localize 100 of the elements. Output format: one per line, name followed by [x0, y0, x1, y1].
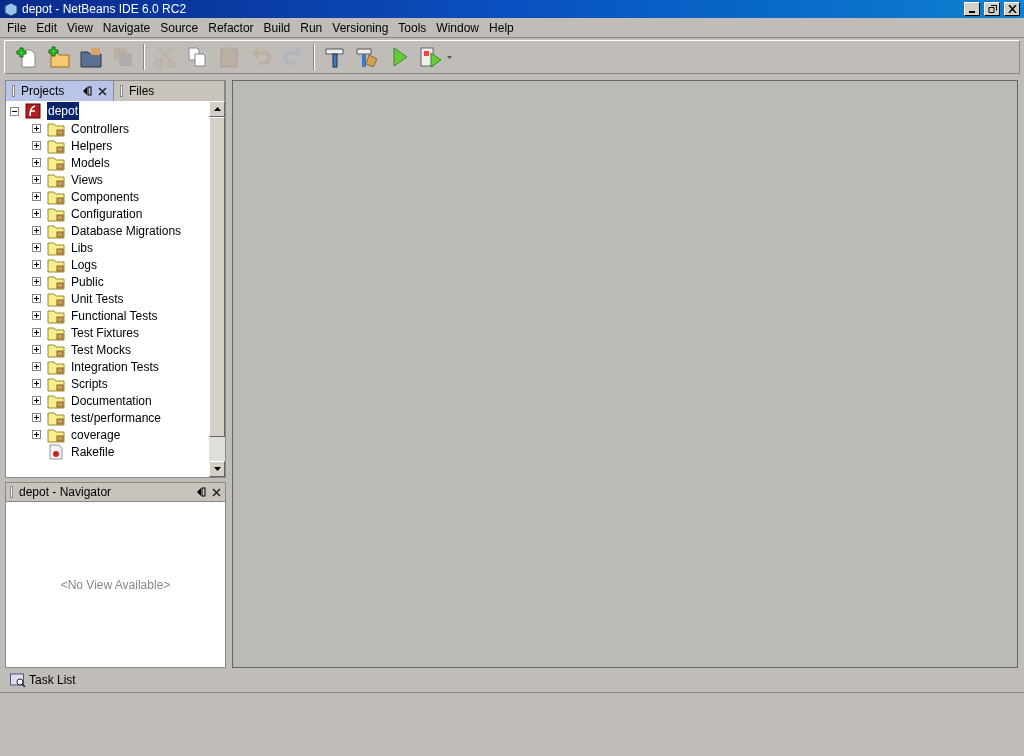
menu-item[interactable]: Source — [155, 18, 204, 37]
menu-item[interactable]: View — [62, 18, 98, 37]
folder-icon — [47, 256, 65, 273]
tree-item[interactable]: Helpers — [71, 136, 113, 155]
scroll-up-icon[interactable] — [213, 107, 221, 111]
folder-icon — [79, 45, 103, 69]
tree-item[interactable]: Libs — [71, 238, 93, 257]
expand-icon[interactable] — [32, 328, 41, 337]
tree-item[interactable]: Components — [71, 187, 140, 206]
menu-item[interactable]: File — [2, 18, 32, 37]
expand-icon[interactable] — [32, 396, 41, 405]
tree-item[interactable]: Scripts — [71, 374, 108, 393]
menu-item[interactable]: Refactor — [203, 18, 259, 37]
collapse-icon[interactable] — [10, 106, 19, 116]
menu-item[interactable]: Build — [258, 18, 296, 37]
minimize-panel-icon[interactable] — [196, 487, 206, 497]
restore-button[interactable] — [984, 2, 1000, 16]
tree-item[interactable]: Database Migrations — [71, 221, 182, 240]
expand-icon[interactable] — [32, 226, 41, 235]
tree-item[interactable]: Views — [71, 170, 103, 189]
expand-icon[interactable] — [32, 311, 41, 320]
expand-icon[interactable] — [32, 413, 41, 422]
expand-icon[interactable] — [32, 294, 41, 303]
panel-tab[interactable]: Projects — [6, 81, 114, 101]
folder-icon — [47, 290, 65, 307]
tree-item[interactable]: Test Fixtures — [71, 323, 139, 342]
expand-icon[interactable] — [32, 243, 41, 252]
expand-icon[interactable] — [32, 209, 41, 218]
folder-icon — [47, 171, 65, 188]
tree-item[interactable]: Logs — [71, 255, 98, 274]
restore-icon — [987, 5, 997, 13]
folder-icon — [47, 205, 65, 222]
folder-icon — [47, 375, 65, 392]
toolbar-button[interactable] — [419, 45, 453, 69]
menu-item[interactable]: Tools — [393, 18, 432, 37]
tree-item[interactable]: Models — [71, 153, 110, 172]
expand-icon[interactable] — [32, 260, 41, 269]
tree-item[interactable]: Functional Tests — [71, 306, 158, 325]
expand-icon[interactable] — [32, 124, 41, 133]
expand-icon[interactable] — [32, 277, 41, 286]
expand-icon[interactable] — [32, 430, 41, 439]
tree-item[interactable]: Documentation — [71, 391, 152, 410]
folder-icon — [47, 120, 65, 137]
toolbar-button[interactable] — [47, 45, 71, 69]
folder-icon — [47, 324, 65, 341]
folder-icon — [47, 341, 65, 358]
tree-item[interactable]: Integration Tests — [71, 357, 159, 376]
menu-item[interactable]: Navigate — [97, 18, 156, 37]
toolbar-button[interactable] — [79, 45, 103, 69]
menu-item[interactable]: Help — [484, 18, 519, 37]
menu-item[interactable]: Run — [295, 18, 328, 37]
menu-item[interactable]: Versioning — [327, 18, 394, 37]
expand-icon[interactable] — [32, 345, 41, 354]
tree-item[interactable]: Controllers — [71, 119, 130, 138]
new-file-icon — [15, 45, 39, 69]
task-list-icon — [10, 673, 26, 687]
tree-item[interactable]: Unit Tests — [71, 289, 124, 308]
toolbar-button[interactable] — [355, 45, 379, 69]
toolbar-button[interactable] — [323, 45, 347, 69]
hammer-icon — [323, 45, 347, 69]
tree-item[interactable]: test/performance — [71, 408, 162, 427]
folder-icon — [47, 426, 65, 443]
expand-icon[interactable] — [32, 192, 41, 201]
menu-item[interactable]: Window — [431, 18, 485, 37]
close-icon[interactable] — [212, 487, 221, 497]
minimize-panel-icon[interactable] — [82, 86, 92, 96]
tree-item[interactable]: Configuration — [71, 204, 143, 223]
tree-item[interactable]: Rakefile — [71, 442, 115, 461]
hammer-and-broom-icon — [355, 45, 379, 69]
expand-icon[interactable] — [32, 379, 41, 388]
folder-icon — [47, 137, 65, 154]
tree-item[interactable]: Public — [71, 272, 104, 291]
expand-icon[interactable] — [32, 158, 41, 167]
window-title: depot - NetBeans IDE 6.0 RC2 — [22, 1, 188, 18]
panel-tab[interactable]: Files — [114, 81, 225, 101]
test-run-icon — [419, 45, 453, 69]
expand-icon[interactable] — [32, 175, 41, 184]
close-button[interactable] — [1004, 2, 1020, 16]
file-icon — [47, 443, 65, 460]
tree-item[interactable]: Test Mocks — [71, 340, 131, 359]
close-icon[interactable] — [98, 86, 107, 96]
tree-item[interactable]: coverage — [71, 425, 121, 444]
scrollbar[interactable] — [209, 101, 225, 477]
project-icon — [25, 103, 41, 119]
expand-icon[interactable] — [32, 141, 41, 150]
folder-icon — [47, 392, 65, 409]
close-icon — [1007, 5, 1017, 13]
folder-icon — [47, 222, 65, 239]
minimize-button[interactable] — [964, 2, 980, 16]
folder-icon — [47, 188, 65, 205]
folder-icon — [47, 154, 65, 171]
folder-icon — [47, 358, 65, 375]
scroll-down-icon[interactable] — [213, 467, 221, 471]
clipboard-icon — [217, 45, 241, 69]
tree-item[interactable]: depot — [47, 102, 80, 120]
toolbar-button[interactable] — [15, 45, 39, 69]
menu-item[interactable]: Edit — [31, 18, 63, 37]
expand-icon[interactable] — [32, 362, 41, 371]
folder-icon — [47, 409, 65, 426]
task-list-button[interactable]: Task List — [10, 671, 76, 689]
